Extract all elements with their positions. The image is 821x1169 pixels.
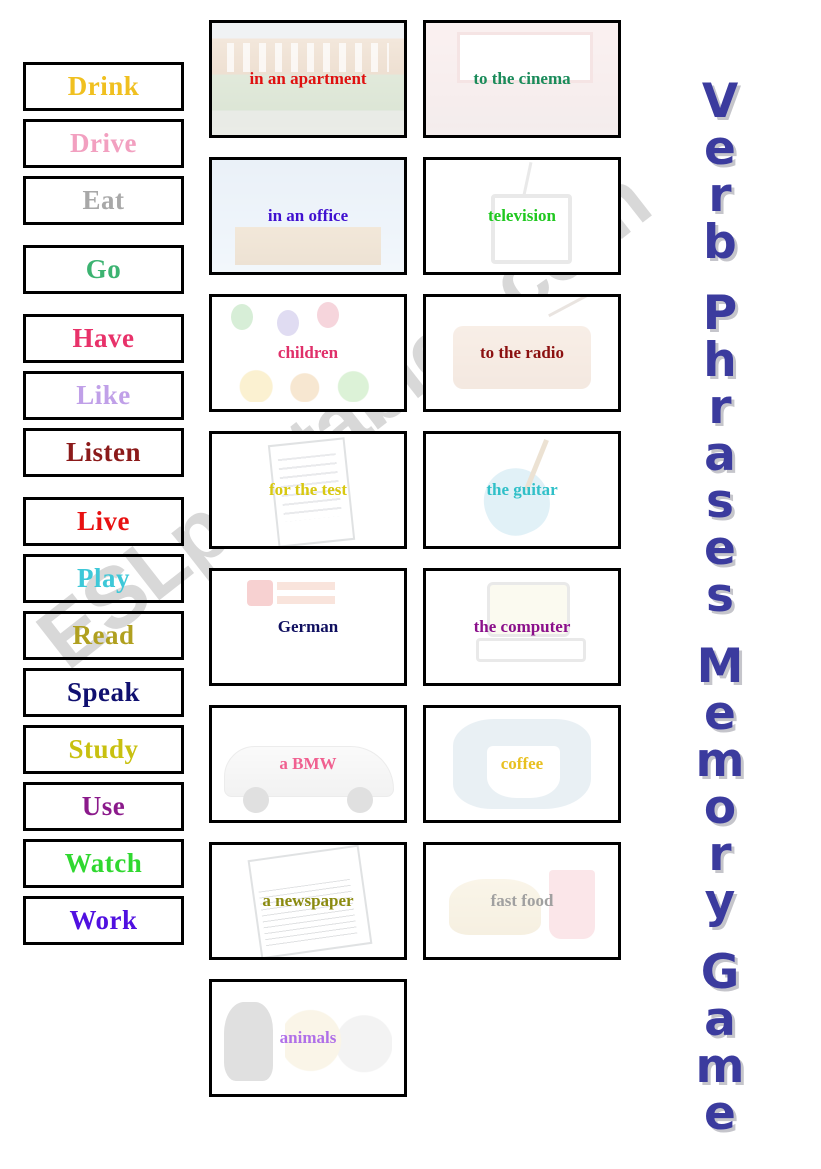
picture-card[interactable]: to the radio	[423, 294, 621, 412]
title-letter: o	[672, 784, 768, 831]
verb-label: Study	[68, 734, 139, 764]
picture-card[interactable]: in an office	[209, 157, 407, 275]
picture-card-label: in an office	[267, 206, 349, 225]
verb-label: Speak	[66, 677, 141, 707]
picture-card[interactable]: for the test	[209, 431, 407, 549]
verb-card[interactable]: Play	[23, 554, 184, 603]
verb-label: Eat	[82, 185, 125, 215]
title-letter: s	[672, 572, 768, 619]
verb-card[interactable]: Live	[23, 497, 184, 546]
verb-card[interactable]: Drive	[23, 119, 184, 168]
picture-card-label: to the cinema	[473, 69, 571, 88]
verb-card-column: Drink Drive Eat Go Have Like Listen Live Play Rea…	[23, 62, 184, 945]
picture-card-label: television	[488, 206, 556, 225]
verb-card[interactable]: Eat	[23, 176, 184, 225]
title-letter: e	[672, 525, 768, 572]
verb-label: Drive	[70, 128, 137, 158]
picture-card[interactable]: in an apartment	[209, 20, 407, 138]
picture-card[interactable]: to the cinema	[423, 20, 621, 138]
title-letter: s	[672, 478, 768, 525]
title-letter: M	[672, 643, 768, 690]
verb-label: Live	[77, 506, 130, 536]
picture-card[interactable]: the computer	[423, 568, 621, 686]
title-letter: e	[672, 690, 768, 737]
verb-label: Go	[85, 254, 122, 284]
title-letter: m	[672, 737, 768, 784]
picture-card[interactable]: television	[423, 157, 621, 275]
picture-card[interactable]: children	[209, 294, 407, 412]
picture-card-row: children to the radio	[209, 294, 621, 412]
picture-card-label: fast food	[490, 891, 554, 910]
title-letter: y	[672, 878, 768, 925]
verb-card[interactable]: Study	[23, 725, 184, 774]
title-letter: r	[672, 831, 768, 878]
verb-card[interactable]: Work	[23, 896, 184, 945]
verb-card[interactable]: Go	[23, 245, 184, 294]
verb-label: Like	[76, 380, 131, 410]
verb-card[interactable]: Drink	[23, 62, 184, 111]
verb-card[interactable]: Like	[23, 371, 184, 420]
title-letter: h	[672, 337, 768, 384]
picture-card-row: a BMW coffee	[209, 705, 621, 823]
verb-card[interactable]: Watch	[23, 839, 184, 888]
picture-card-label: coffee	[500, 754, 544, 773]
picture-card-row: in an apartment to the cinema	[209, 20, 621, 138]
verb-card[interactable]: Have	[23, 314, 184, 363]
title-letter: r	[672, 172, 768, 219]
picture-card[interactable]: fast food	[423, 842, 621, 960]
title-letter: b	[672, 219, 768, 266]
verb-label: Work	[69, 905, 138, 935]
picture-card-row: a newspaper fast food	[209, 842, 621, 960]
title-letter: G	[672, 949, 768, 996]
verb-card[interactable]: Listen	[23, 428, 184, 477]
verb-label: Play	[77, 563, 130, 593]
picture-card-label: a BMW	[279, 754, 337, 773]
picture-card-row: animals	[209, 979, 621, 1097]
picture-card-label: the computer	[473, 617, 571, 636]
worksheet-page: ESLprintables.com Drink Drive Eat Go Have Lik…	[0, 0, 821, 1169]
title-letter: a	[672, 431, 768, 478]
picture-card-label: animals	[279, 1028, 337, 1047]
verb-card[interactable]: Read	[23, 611, 184, 660]
picture-card-placeholder	[423, 979, 621, 1097]
title-letter: r	[672, 384, 768, 431]
picture-card-label: children	[277, 343, 339, 362]
verb-label: Watch	[64, 848, 143, 878]
title-letter: a	[672, 996, 768, 1043]
verb-label: Use	[81, 791, 126, 821]
picture-card[interactable]: the guitar	[423, 431, 621, 549]
picture-card-row: German the computer	[209, 568, 621, 686]
page-title: VerbPhrasesMemoryGame	[672, 78, 768, 1137]
picture-card[interactable]: coffee	[423, 705, 621, 823]
picture-card-label: in an apartment	[249, 69, 367, 88]
picture-card[interactable]: a newspaper	[209, 842, 407, 960]
picture-card-grid: in an apartment to the cinema in an office…	[209, 20, 621, 1116]
verb-label: Read	[72, 620, 135, 650]
title-letter: e	[672, 1090, 768, 1137]
picture-card-label: for the test	[268, 480, 348, 499]
picture-card-row: in an office television	[209, 157, 621, 275]
title-letter: e	[672, 125, 768, 172]
picture-card[interactable]: a BMW	[209, 705, 407, 823]
verb-label: Listen	[65, 437, 141, 467]
picture-card-label: German	[277, 617, 339, 636]
verb-card[interactable]: Speak	[23, 668, 184, 717]
verb-label: Drink	[67, 71, 140, 101]
picture-card[interactable]: animals	[209, 979, 407, 1097]
title-letter: V	[672, 78, 768, 125]
title-letter: m	[672, 1043, 768, 1090]
verb-label: Have	[72, 323, 135, 353]
verb-card[interactable]: Use	[23, 782, 184, 831]
picture-card-row: for the test the guitar	[209, 431, 621, 549]
picture-card[interactable]: German	[209, 568, 407, 686]
picture-card-label: to the radio	[479, 343, 565, 362]
picture-card-label: the guitar	[486, 480, 558, 499]
title-letter: P	[672, 290, 768, 337]
picture-card-label: a newspaper	[262, 891, 354, 910]
